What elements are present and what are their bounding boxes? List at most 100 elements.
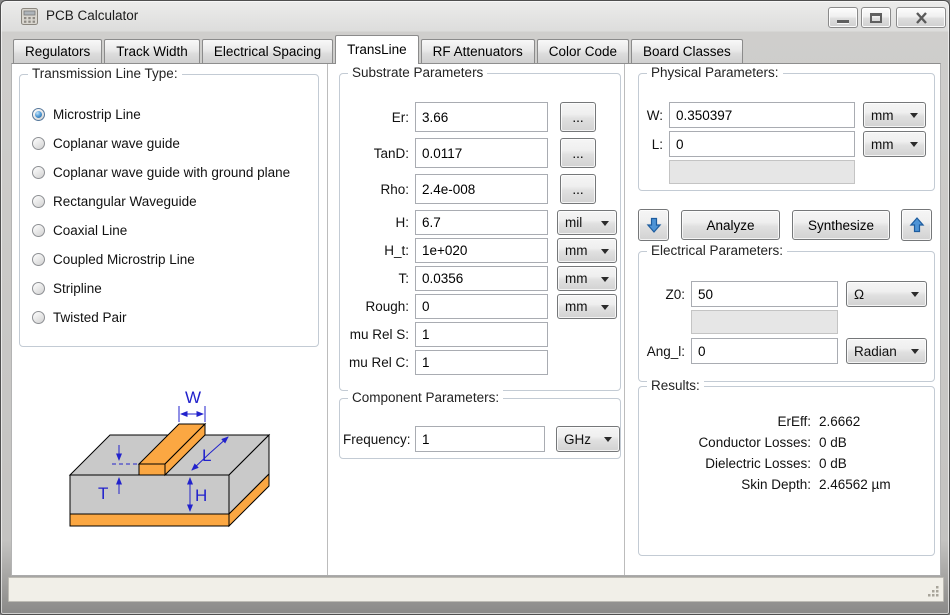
- result-label: Dielectric Losses:: [639, 453, 811, 474]
- minimize-icon: [837, 20, 849, 23]
- result-conductor-losses: Conductor Losses: 0 dB: [639, 432, 934, 453]
- ht-input[interactable]: [415, 238, 548, 263]
- tab-track-width[interactable]: Track Width: [104, 39, 200, 63]
- rough-row: Rough: mm: [340, 294, 620, 319]
- up-arrow-button[interactable]: [901, 209, 932, 241]
- rho-row: Rho: ...: [340, 174, 620, 204]
- tab-rf-attenuators[interactable]: RF Attenuators: [421, 39, 535, 63]
- physical-extra-field: [669, 160, 855, 184]
- z0-extra-field: [691, 310, 838, 334]
- l-unit-select[interactable]: mm: [863, 131, 926, 157]
- t-unit-select[interactable]: mm: [557, 266, 617, 291]
- tab-board-classes[interactable]: Board Classes: [631, 39, 743, 63]
- analyze-button[interactable]: Analyze: [681, 210, 780, 240]
- app-window: PCB Calculator Regulators Track Width El…: [0, 0, 950, 615]
- rho-input[interactable]: [415, 174, 548, 204]
- title-bar[interactable]: PCB Calculator: [1, 1, 949, 32]
- radio-stripline[interactable]: Stripline: [32, 278, 318, 298]
- rough-unit-select[interactable]: mm: [557, 294, 617, 319]
- minimize-button[interactable]: [828, 7, 858, 28]
- column-separator: [624, 64, 625, 575]
- tab-regulators[interactable]: Regulators: [13, 39, 102, 63]
- action-bar: Analyze Synthesize: [638, 209, 935, 241]
- tab-color-code[interactable]: Color Code: [537, 39, 629, 63]
- result-label: Conductor Losses:: [639, 432, 811, 453]
- chevron-down-icon: [910, 113, 918, 118]
- er-values-button[interactable]: ...: [560, 102, 596, 132]
- close-button[interactable]: [896, 7, 946, 28]
- ang-l-input[interactable]: [691, 338, 838, 364]
- l-input[interactable]: [669, 131, 855, 157]
- tand-input[interactable]: [415, 138, 548, 168]
- mu-rel-s-row: mu Rel S:: [340, 322, 620, 347]
- calculator-icon: [21, 8, 38, 25]
- rho-label: Rho:: [343, 182, 409, 197]
- result-value: 2.6662: [819, 411, 860, 432]
- group-title: Results:: [647, 378, 704, 393]
- frequency-unit-select[interactable]: GHz: [556, 426, 620, 452]
- t-input[interactable]: [415, 266, 548, 291]
- mu-rel-c-label: mu Rel C:: [343, 355, 409, 370]
- down-arrow-button[interactable]: [638, 209, 669, 241]
- mu-rel-c-input[interactable]: [415, 350, 548, 375]
- radio-rectangular-waveguide[interactable]: Rectangular Waveguide: [32, 191, 318, 211]
- frequency-label: Frequency:: [343, 432, 409, 447]
- radio-icon: [32, 224, 45, 237]
- l-label: L:: [645, 137, 663, 152]
- substrate-parameters-group: Substrate Parameters Er: ... TanD: ... R…: [339, 73, 621, 391]
- w-unit-select[interactable]: mm: [863, 102, 926, 128]
- radio-twisted-pair[interactable]: Twisted Pair: [32, 307, 318, 327]
- chevron-down-icon: [601, 277, 609, 282]
- ang-l-unit-select[interactable]: Radian: [846, 338, 927, 364]
- radio-coplanar-wave-guide-ground-plane[interactable]: Coplanar wave guide with ground plane: [32, 162, 318, 182]
- rho-values-button[interactable]: ...: [560, 174, 596, 204]
- w-label: W:: [645, 108, 663, 123]
- component-parameters-group: Component Parameters: Frequency: GHz: [339, 398, 621, 459]
- resize-grip[interactable]: [927, 585, 940, 598]
- radio-label: Rectangular Waveguide: [53, 194, 197, 209]
- synthesize-button[interactable]: Synthesize: [792, 210, 890, 240]
- radio-label: Coplanar wave guide with ground plane: [53, 165, 290, 180]
- er-input[interactable]: [415, 102, 548, 132]
- electrical-parameters-group: Electrical Parameters: Z0: Ω Ang_l: Radi…: [638, 251, 935, 382]
- mu-rel-s-input[interactable]: [415, 322, 548, 347]
- rough-input[interactable]: [415, 294, 548, 319]
- maximize-button[interactable]: [861, 7, 891, 28]
- radio-coaxial-line[interactable]: Coaxial Line: [32, 220, 318, 240]
- h-input[interactable]: [415, 210, 548, 235]
- chevron-down-icon: [601, 305, 609, 310]
- h-unit-select[interactable]: mil: [557, 210, 617, 235]
- t-label: T:: [343, 271, 409, 286]
- group-title: Physical Parameters:: [647, 65, 783, 80]
- svg-text:L: L: [202, 446, 211, 465]
- radio-label: Coplanar wave guide: [53, 136, 180, 151]
- radio-icon: [32, 195, 45, 208]
- chevron-down-icon: [604, 437, 612, 442]
- mu-rel-c-row: mu Rel C:: [340, 350, 620, 375]
- w-row: W: mm: [639, 102, 934, 128]
- chevron-down-icon: [911, 349, 919, 354]
- w-input[interactable]: [669, 102, 855, 128]
- result-skin-depth: Skin Depth: 2.46562 µm: [639, 474, 934, 495]
- radio-icon: [32, 137, 45, 150]
- z0-input[interactable]: [691, 281, 838, 307]
- radio-coupled-microstrip-line[interactable]: Coupled Microstrip Line: [32, 249, 318, 269]
- status-bar: [8, 577, 944, 602]
- frequency-input[interactable]: [415, 426, 545, 452]
- svg-text:T: T: [98, 484, 108, 503]
- svg-text:W: W: [185, 388, 201, 407]
- h-row: H: mil: [340, 210, 620, 235]
- group-title: Component Parameters:: [348, 390, 503, 405]
- tab-electrical-spacing[interactable]: Electrical Spacing: [202, 39, 333, 63]
- tand-row: TanD: ...: [340, 138, 620, 168]
- ht-unit-select[interactable]: mm: [557, 238, 617, 263]
- tand-values-button[interactable]: ...: [560, 138, 596, 168]
- mu-rel-s-label: mu Rel S:: [343, 327, 409, 342]
- z0-unit-select[interactable]: Ω: [846, 281, 927, 307]
- z0-label: Z0:: [645, 287, 685, 302]
- tab-transline[interactable]: TransLine: [335, 35, 419, 64]
- l-row: L: mm: [639, 131, 934, 157]
- radio-microstrip-line[interactable]: Microstrip Line: [32, 104, 318, 124]
- tab-strip: Regulators Track Width Electrical Spacin…: [13, 34, 745, 63]
- radio-coplanar-wave-guide[interactable]: Coplanar wave guide: [32, 133, 318, 153]
